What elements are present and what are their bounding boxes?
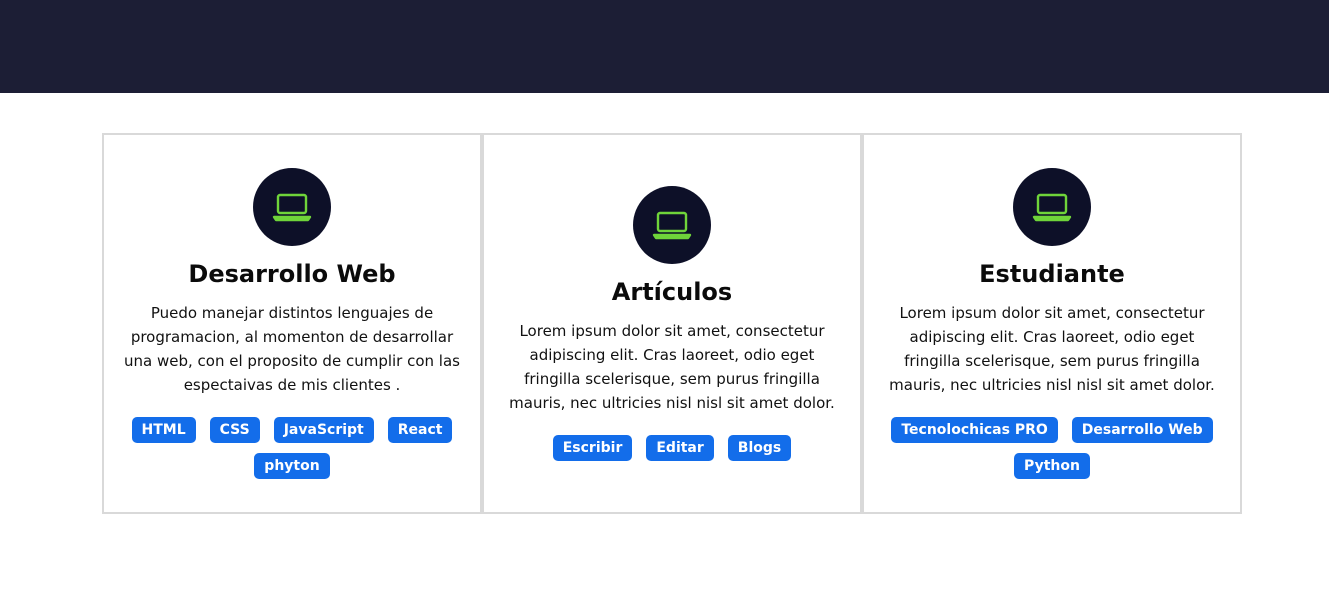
tag-css[interactable]: CSS	[209, 416, 260, 443]
card-estudiante: Estudiante Lorem ipsum dolor sit amet, c…	[862, 133, 1242, 514]
card-articulos: Artículos Lorem ipsum dolor sit amet, co…	[482, 133, 862, 514]
laptop-icon	[633, 186, 711, 265]
tag-react[interactable]: React	[387, 416, 453, 443]
tag-phyton[interactable]: phyton	[254, 452, 330, 479]
services-cards: Desarrollo Web Puedo manejar distintos l…	[102, 133, 1242, 514]
tag-escribir[interactable]: Escribir	[552, 434, 633, 461]
card-title: Desarrollo Web	[188, 260, 396, 289]
top-navbar	[0, 0, 1329, 93]
tag-desarrollo-web[interactable]: Desarrollo Web	[1071, 416, 1213, 443]
card-description: Lorem ipsum dolor sit amet, consectetur …	[509, 321, 835, 412]
tag-html[interactable]: HTML	[131, 416, 196, 443]
tag-javascript[interactable]: JavaScript	[273, 416, 374, 443]
laptop-icon	[253, 168, 331, 247]
card-desarrollo-web: Desarrollo Web Puedo manejar distintos l…	[102, 133, 482, 514]
tag-blogs[interactable]: Blogs	[727, 434, 792, 461]
tag-list: Escribir Editar Blogs	[502, 434, 842, 461]
tag-python[interactable]: Python	[1014, 452, 1090, 479]
tag-tecnolochicas-pro[interactable]: Tecnolochicas PRO	[891, 416, 1058, 443]
card-title: Estudiante	[979, 260, 1125, 289]
card-description: Puedo manejar distintos lenguajes de pro…	[124, 303, 460, 394]
card-title: Artículos	[611, 278, 733, 307]
tag-list: Tecnolochicas PRO Desarrollo Web Python	[882, 416, 1222, 479]
tag-list: HTML CSS JavaScript React phyton	[122, 416, 462, 479]
card-description: Lorem ipsum dolor sit amet, consectetur …	[889, 303, 1215, 394]
laptop-icon	[1013, 168, 1091, 247]
tag-editar[interactable]: Editar	[646, 434, 714, 461]
